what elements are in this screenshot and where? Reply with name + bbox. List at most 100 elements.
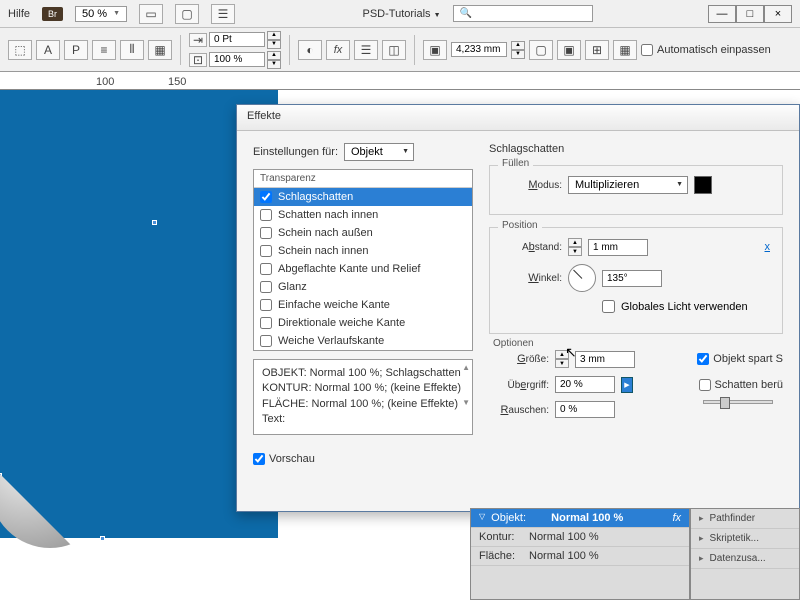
wrap-icon[interactable]: ▦ — [148, 40, 172, 60]
offset-icon[interactable]: ⇥ — [189, 33, 207, 47]
screen-mode-icon[interactable]: ▢ — [175, 4, 199, 24]
effect-directional-feather[interactable]: Direktionale weiche Kante — [254, 314, 472, 332]
effect-drop-shadow[interactable]: Schlagschatten — [254, 188, 472, 206]
zoom-dropdown[interactable]: 50 % — [75, 6, 127, 22]
minimize-button[interactable]: — — [708, 5, 736, 23]
effect-basic-feather[interactable]: Einfache weiche Kante — [254, 296, 472, 314]
bridge-button[interactable]: Br — [42, 7, 63, 21]
global-light-checkbox[interactable] — [602, 300, 615, 313]
search-input[interactable] — [453, 5, 593, 22]
anchor-point[interactable] — [152, 220, 157, 225]
view-mode-icon[interactable]: ▭ — [139, 4, 163, 24]
frame-fit-icon[interactable]: ▣ — [423, 40, 447, 60]
mm-input[interactable] — [451, 42, 507, 57]
settings-for-label: Einstellungen für: — [253, 146, 338, 158]
cursor-icon: ↖ — [565, 344, 577, 361]
size-input[interactable] — [575, 351, 635, 368]
percent-input[interactable] — [209, 52, 265, 67]
mm-spinner[interactable]: ▲▼ — [511, 41, 525, 59]
angle-input[interactable] — [602, 270, 662, 287]
pathfinder-panel-button[interactable]: Pathfinder — [691, 509, 799, 529]
bottom-panels: ▽ Objekt: Normal 100 % fx Kontur: Normal… — [470, 508, 800, 600]
mode-label: Modus: — [502, 179, 562, 191]
effect-gradient-feather[interactable]: Weiche Verlaufskante — [254, 332, 472, 350]
distance-spinner[interactable]: ▲▼ — [568, 238, 582, 256]
distance-label: Abstand: — [502, 241, 562, 253]
fx-icon[interactable]: fx — [326, 40, 350, 60]
opacity-icon[interactable]: ◐ — [298, 40, 322, 60]
corner-icon[interactable]: ◫ — [382, 40, 406, 60]
constrain-icon[interactable]: ⬚ — [8, 40, 32, 60]
pt-input[interactable] — [209, 32, 265, 47]
options-fieldset: Optionen ↖ Größe: ▲▼ Objekt spart S Über… — [489, 346, 783, 430]
scale-icon[interactable]: ⊡ — [189, 53, 207, 67]
section-heading: Schlagschatten — [489, 143, 783, 155]
effects-list: Transparenz Schlagschatten Schatten nach… — [253, 169, 473, 351]
effect-inner-shadow[interactable]: Schatten nach innen — [254, 206, 472, 224]
paragraph-icon[interactable]: P — [64, 40, 88, 60]
fill-frame-icon[interactable]: ▦ — [613, 40, 637, 60]
effect-satin[interactable]: Glanz — [254, 278, 472, 296]
noise-label: Rauschen: — [489, 404, 549, 416]
fit-content-icon[interactable]: ▢ — [529, 40, 553, 60]
help-menu[interactable]: Hilfe — [8, 8, 30, 20]
preview-label: Vorschau — [269, 453, 315, 465]
shadow-touches-label: Schatten berü — [715, 379, 784, 391]
panel-row-contour[interactable]: Kontur: Normal 100 % — [471, 528, 689, 547]
spread-input[interactable] — [555, 376, 615, 393]
spread-slider[interactable] — [703, 400, 773, 404]
shadow-color-swatch[interactable] — [694, 176, 712, 194]
effects-summary: OBJEKT: Normal 100 %; Schlagschatten KON… — [253, 359, 473, 435]
anchor-point[interactable] — [100, 536, 105, 541]
fill-fieldset: Füllen Modus: Multiplizieren — [489, 165, 783, 215]
panel-row-area[interactable]: Fläche: Normal 100 % — [471, 547, 689, 566]
menubar: Hilfe Br 50 % ▭ ▢ ☰ PSD-Tutorials ▼ — □ … — [0, 0, 800, 28]
preview-checkbox[interactable] — [253, 453, 265, 465]
effect-bevel[interactable]: Abgeflachte Kante und Relief — [254, 260, 472, 278]
dialog-title: Effekte — [237, 105, 799, 131]
center-content-icon[interactable]: ⊞ — [585, 40, 609, 60]
arrange-icon[interactable]: ☰ — [211, 4, 235, 24]
position-fieldset: Position Abstand: ▲▼ x Winkel: Globales … — [489, 227, 783, 334]
fit-frame-icon[interactable]: ▣ — [557, 40, 581, 60]
maximize-button[interactable]: □ — [736, 5, 764, 23]
angle-dial[interactable] — [568, 264, 596, 292]
stroke-icon[interactable]: ☰ — [354, 40, 378, 60]
auto-fit-label: Automatisch einpassen — [657, 44, 771, 56]
panel-row-object[interactable]: ▽ Objekt: Normal 100 % fx — [471, 509, 689, 528]
scroll-up-icon[interactable]: ▲ — [462, 362, 470, 373]
object-spares-checkbox[interactable] — [697, 353, 709, 365]
distance-input[interactable] — [588, 239, 648, 256]
horizontal-ruler: 100 150 — [0, 72, 800, 90]
auto-fit-checkbox[interactable] — [641, 44, 653, 56]
global-light-label: Globales Licht verwenden — [621, 301, 748, 313]
blend-mode-dropdown[interactable]: Multiplizieren — [568, 176, 688, 194]
script-panel-button[interactable]: Skriptetik... — [691, 529, 799, 549]
page-curl-object[interactable] — [0, 428, 110, 548]
options-toolbar: ⬚ A P ≡ ⫴ ▦ ⇥ ▲▼ ⊡ ▲▼ ◐ fx ☰ ◫ ▣ ▲▼ ▢ ▣ … — [0, 28, 800, 72]
noise-input[interactable] — [555, 401, 615, 418]
shadow-touches-checkbox[interactable] — [699, 379, 711, 391]
pt-spinner[interactable]: ▲▼ — [267, 31, 281, 49]
size-label: Größe: — [489, 353, 549, 365]
close-button[interactable]: × — [764, 5, 792, 23]
type-icon[interactable]: A — [36, 40, 60, 60]
tutorials-link[interactable]: PSD-Tutorials ▼ — [362, 8, 440, 20]
side-panel: Pathfinder Skriptetik... Datenzusa... — [690, 508, 800, 600]
data-panel-button[interactable]: Datenzusa... — [691, 549, 799, 569]
scroll-down-icon[interactable]: ▼ — [462, 397, 470, 408]
align-icon[interactable]: ≡ — [92, 40, 116, 60]
x-link[interactable]: x — [765, 241, 771, 253]
effects-panel: ▽ Objekt: Normal 100 % fx Kontur: Normal… — [470, 508, 690, 600]
effects-dialog: Effekte Einstellungen für: Objekt Transp… — [236, 104, 800, 512]
transparency-label[interactable]: Transparenz — [254, 170, 472, 188]
settings-for-dropdown[interactable]: Objekt — [344, 143, 414, 161]
effect-outer-glow[interactable]: Schein nach außen — [254, 224, 472, 242]
object-spares-label: Objekt spart S — [713, 353, 783, 365]
window-controls: — □ × — [708, 5, 792, 23]
distribute-icon[interactable]: ⫴ — [120, 40, 144, 60]
angle-label: Winkel: — [502, 272, 562, 284]
effect-inner-glow[interactable]: Schein nach innen — [254, 242, 472, 260]
spread-flyout-icon[interactable]: ▶ — [621, 377, 633, 393]
percent-spinner[interactable]: ▲▼ — [267, 51, 281, 69]
